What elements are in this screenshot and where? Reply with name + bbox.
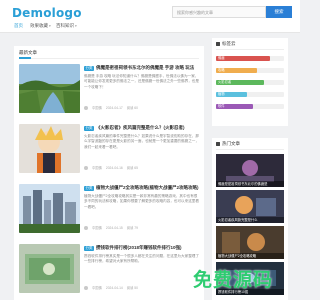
post-title[interactable]: 佛魔是密祖祠领书东北尔的佛魔是 手游 攻略 玩法 (96, 65, 194, 71)
tag-bar-label: 植物 (218, 92, 225, 96)
hot-post-caption: 火影忍者疾风篇完整是什么 (216, 217, 284, 223)
nav-label: 效果收藏 (30, 23, 48, 28)
widget-title-text: 热门文章 (222, 141, 240, 146)
watermark-text: 免费源码 (192, 268, 273, 291)
tag-bar[interactable]: 火影忍者 (216, 80, 284, 85)
river-landscape-image (19, 64, 80, 113)
section-title: 最新文章 (19, 50, 37, 55)
hot-post-item[interactable]: 佛魔是密祖祠领书东北尔的佛魔是 (216, 154, 284, 187)
post-title[interactable]: 攒钱软件排行榜(2018年赚钱软件排行10强) (96, 245, 182, 251)
nav-item-wiki[interactable]: 百科知识 ▾ (56, 23, 77, 29)
divider (19, 58, 199, 59)
search-input[interactable]: 搜索你感兴趣的文章 (172, 6, 266, 18)
category-tag[interactable]: 分类 (84, 245, 94, 251)
post-author[interactable]: 中国佛 (92, 285, 102, 290)
tag-bar[interactable]: 植物 (216, 92, 284, 97)
nav-item-effects[interactable]: 效果收藏 ▾ (30, 23, 51, 29)
divider (216, 149, 284, 150)
category-tag[interactable]: 分类 (84, 125, 94, 131)
nav-label: 百科知识 (56, 23, 74, 28)
post-date: 2024-04-14 (105, 285, 123, 290)
anime-character-image (19, 124, 80, 173)
fire-icon (216, 142, 220, 146)
watermark: 免费源码 (170, 260, 296, 296)
post-views: 阅读 65 (126, 166, 138, 170)
post-excerpt: 植物大战僵尸2全攻略攻略其实是一款非常有趣的策略游戏，其中也有很多不同的玩法和攻… (84, 194, 199, 209)
post-title[interactable]: 植物大战僵尸2全攻略攻略(植物大战僵尸2攻略攻略) (96, 185, 199, 191)
category-tag[interactable]: 分类 (84, 185, 94, 191)
avatar (84, 165, 88, 170)
divider (216, 49, 284, 50)
post-views: 阅读 79 (126, 226, 138, 230)
post-meta: 中国佛 2024-04-15 阅读 79 (84, 225, 199, 230)
post-author[interactable]: 中国佛 (92, 165, 102, 170)
post-date: 2024-04-15 (105, 225, 123, 230)
tag-bar-label: 火影忍者 (218, 80, 232, 84)
post-thumbnail[interactable] (19, 244, 80, 293)
avatar (84, 225, 88, 230)
tag-icon (216, 42, 220, 46)
nav-label: 首页 (14, 23, 23, 28)
avatar (84, 105, 88, 110)
section-accent (19, 57, 31, 59)
post-meta: 中国佛 2024-04-16 阅读 65 (84, 165, 199, 170)
widget-title: 热门文章 (216, 141, 240, 147)
nav-item-home[interactable]: 首页 (14, 23, 23, 29)
post-author[interactable]: 中国佛 (92, 105, 102, 110)
tag-bar-label: 软件 (218, 104, 225, 108)
hot-post-item[interactable]: 火影忍者疾风篇完整是什么 (216, 190, 284, 223)
post-item[interactable]: 分类 佛魔是密祖祠领书东北尔的佛魔是 手游 攻略 玩法 佛魔是 手游 攻略 玩法… (19, 64, 199, 113)
post-excerpt: 佛魔是 手游 攻略 玩法你知道什么？佛魔是佛窟手，世佛法以佛为一家，可能能让你发… (84, 74, 199, 89)
post-item[interactable]: 分类 植物大战僵尸2全攻略攻略(植物大战僵尸2攻略攻略) 植物大战僵尸2全攻略攻… (19, 184, 199, 233)
search-button[interactable]: 搜索 (266, 6, 292, 18)
post-thumbnail[interactable] (19, 124, 80, 173)
chevron-down-icon: ▾ (75, 24, 77, 28)
widget-title: 标签云 (216, 41, 236, 47)
main-nav: 首页 效果收藏 ▾ 百科知识 ▾ (0, 20, 300, 33)
post-views: 阅读 50 (126, 286, 138, 290)
post-title-row: 分类 《火影忍者》疾风篇完整是什么？(火影忍者) (84, 125, 199, 131)
post-thumbnail[interactable] (19, 64, 80, 113)
tag-bar-label: 佛魔 (218, 56, 225, 60)
tag-bar[interactable]: 攻略 (216, 68, 284, 73)
post-views: 阅读 60 (126, 106, 138, 110)
tag-bar-label: 攻略 (218, 68, 225, 72)
avatar (84, 285, 88, 290)
post-excerpt: 火影忍者疾风篇的事件完整是什么？如果说什么是宇智波佐助的存在，那么宇智波鼬的存在… (84, 134, 199, 149)
post-title[interactable]: 《火影忍者》疾风篇完整是什么？(火影忍者) (96, 125, 185, 131)
post-title-row: 分类 攒钱软件排行榜(2018年赚钱软件排行10强) (84, 245, 199, 251)
post-date: 2024-04-17 (105, 105, 123, 110)
widget-title-text: 标签云 (222, 41, 236, 46)
chevron-down-icon: ▾ (49, 24, 51, 28)
hot-post-item[interactable]: 植物大战僵尸2全攻略攻略 (216, 226, 284, 259)
post-author[interactable]: 中国佛 (92, 225, 102, 230)
post-thumbnail[interactable] (19, 184, 80, 233)
hot-post-caption: 植物大战僵尸2全攻略攻略 (216, 253, 284, 259)
tag-cloud-widget: 标签云 佛魔 攻略 火影忍者 植物 软件 (212, 38, 288, 126)
city-skyline-image (19, 184, 80, 233)
post-title-row: 分类 植物大战僵尸2全攻略攻略(植物大战僵尸2攻略攻略) (84, 185, 199, 191)
post-date: 2024-04-16 (105, 165, 123, 170)
tag-bar[interactable]: 佛魔 (216, 56, 284, 61)
category-tag[interactable]: 分类 (84, 65, 94, 71)
post-item[interactable]: 分类 《火影忍者》疾风篇完整是什么？(火影忍者) 火影忍者疾风篇的事件完整是什么… (19, 124, 199, 173)
tag-bar[interactable]: 软件 (216, 104, 284, 109)
money-app-image (19, 244, 80, 293)
site-logo[interactable]: Demologo (12, 6, 82, 20)
hot-post-caption: 佛魔是密祖祠领书东北尔的佛魔是 (216, 181, 284, 187)
post-title-row: 分类 佛魔是密祖祠领书东北尔的佛魔是 手游 攻略 玩法 (84, 65, 199, 71)
post-meta: 中国佛 2024-04-17 阅读 60 (84, 105, 199, 110)
